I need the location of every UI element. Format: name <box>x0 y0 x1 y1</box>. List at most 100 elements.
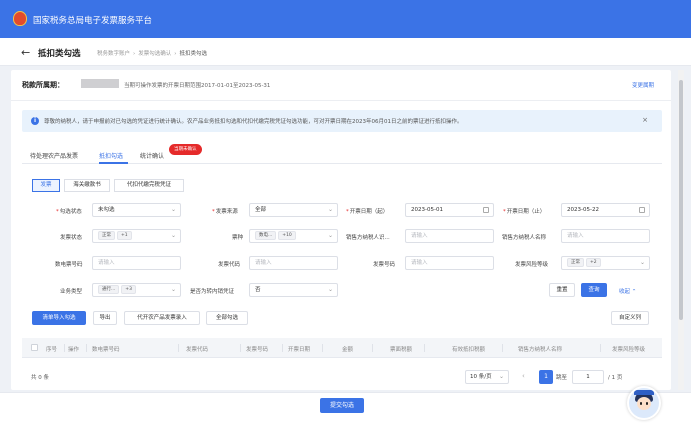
check-status-select[interactable]: 未勾选 ⌄ <box>92 203 181 217</box>
tag-more: +3 <box>121 285 136 294</box>
page-title: 抵扣类勾选 <box>38 49 81 59</box>
breadcrumb-item[interactable]: 发票勾选确认 <box>138 51 171 57</box>
pagination: 共 0 条 10 条/页 ⌄ ‹ 1 › 跳至 1 / 1 页 <box>22 370 662 384</box>
column-divider <box>322 344 323 352</box>
column-divider <box>240 344 241 352</box>
subtab-withholding[interactable]: 代扣代缴完税凭证 <box>114 179 184 192</box>
tax-period-label: 税款所属期： <box>22 81 64 89</box>
chevron-down-icon: ⌄ <box>170 232 176 239</box>
tax-period-value-masked <box>81 79 119 88</box>
column-divider <box>372 344 373 352</box>
invoice-source-label: *发票来源 <box>212 209 238 215</box>
export-button[interactable]: 导出 <box>93 311 117 325</box>
invoice-number-input[interactable]: 请输入 <box>405 256 494 270</box>
avatar-eye <box>640 402 642 405</box>
total-count: 共 0 条 <box>31 375 49 381</box>
tab-stat-confirm[interactable]: 统计确认 <box>140 151 164 160</box>
business-type-label: 业务类型 <box>60 289 83 295</box>
app-title: 国家税务总局电子发票服务平台 <box>33 16 153 26</box>
subtab-customs[interactable]: 海关缴款书 <box>64 179 110 192</box>
subtab-invoice[interactable]: 发票 <box>32 179 60 192</box>
reset-button[interactable]: 重置 <box>549 283 575 297</box>
import-check-button[interactable]: 清单导入勾选 <box>32 311 86 325</box>
assistant-avatar-icon[interactable] <box>627 386 661 420</box>
seller-tax-id-label: 销售方纳税人识... <box>346 235 390 241</box>
invoice-code-input[interactable]: 请输入 <box>249 256 338 270</box>
tax-period-hint: 当期可操作发票的开票日期范围2017-01-01至2023-05-31 <box>124 83 271 89</box>
chevron-down-icon: ⌄ <box>170 286 176 293</box>
tab-deduction-check[interactable]: 抵扣勾选 <box>99 151 123 160</box>
ticket-type-select[interactable]: 数电... +10 ⌄ <box>249 229 338 243</box>
tag-more: +2 <box>586 258 601 267</box>
risk-level-select[interactable]: 正常 +2 ⌄ <box>561 256 650 270</box>
column-divider <box>502 344 503 352</box>
check-all-button[interactable]: 全部勾选 <box>206 311 248 325</box>
transfer-out-label: 是否为转内销凭证 <box>190 289 235 295</box>
column-header: 序号 <box>46 347 58 353</box>
column-header: 有效抵扣税额 <box>452 347 486 353</box>
ticket-type-label: 票种 <box>232 235 244 241</box>
tab-pending-agri[interactable]: 待处理农产品发票 <box>30 151 78 160</box>
date-from-input[interactable]: 2023-05-01 <box>405 203 494 217</box>
invoice-status-label: 发票状态 <box>60 235 83 241</box>
query-button[interactable]: 查询 <box>581 283 607 297</box>
avatar-eye <box>646 402 648 405</box>
column-header: 发票风险等级 <box>612 347 646 353</box>
chevron-down-icon: ⌄ <box>498 373 504 380</box>
collapse-toggle[interactable]: 收起 ⌃ <box>619 287 636 295</box>
info-icon: i <box>31 117 39 125</box>
change-period-link[interactable]: 变更属期 <box>632 81 654 89</box>
check-status-label: *勾选状态 <box>56 209 82 215</box>
tag: 正常 <box>98 231 115 240</box>
goto-suffix: / 1 页 <box>608 375 623 381</box>
select-all-checkbox[interactable] <box>31 344 38 351</box>
close-icon[interactable]: × <box>642 116 648 124</box>
invoice-source-select[interactable]: 全部 ⌄ <box>249 203 338 217</box>
goto-page-input[interactable]: 1 <box>572 370 604 384</box>
tag-more: +10 <box>278 231 296 240</box>
column-header: 发票号码 <box>246 347 269 353</box>
chevron-down-icon: ⌄ <box>639 259 645 266</box>
avatar-cap <box>634 390 654 395</box>
scrollbar-thumb[interactable] <box>679 80 683 320</box>
column-header: 销售方纳税人名称 <box>518 347 563 353</box>
seller-name-input[interactable]: 请输入 <box>561 229 650 243</box>
submit-check-button[interactable]: 提交勾选 <box>320 398 364 413</box>
seller-tax-id-input[interactable]: 请输入 <box>405 229 494 243</box>
unconfirmed-badge: 当期未确认 <box>169 144 202 155</box>
date-to-input[interactable]: 2023-05-22 <box>561 203 650 217</box>
invoice-number-label: 发票号码 <box>373 262 396 268</box>
column-divider <box>178 344 179 352</box>
column-header: 开票日期 <box>288 347 311 353</box>
top-bar: 国家税务总局电子发票服务平台 <box>0 0 691 38</box>
divider <box>11 100 671 101</box>
tax-emblem-icon <box>13 11 27 26</box>
custom-columns-button[interactable]: 自定义列 <box>611 311 649 325</box>
digital-invoice-no-input[interactable]: 请输入 <box>92 256 181 270</box>
business-type-select[interactable]: 通行... +3 ⌄ <box>92 283 181 297</box>
column-divider <box>86 344 87 352</box>
calendar-icon <box>483 207 489 213</box>
page-number-current[interactable]: 1 <box>539 370 553 384</box>
column-divider <box>424 344 425 352</box>
prev-page-icon[interactable]: ‹ <box>522 372 525 380</box>
tax-period-row: 税款所属期： 当期可操作发票的开票日期范围2017-01-01至2023-05-… <box>22 79 662 94</box>
column-divider <box>282 344 283 352</box>
column-divider <box>600 344 601 352</box>
active-tab-indicator <box>99 162 128 164</box>
chevron-down-icon: ⌄ <box>170 206 176 213</box>
agri-entry-button[interactable]: 代开农产品发票录入 <box>124 311 200 325</box>
breadcrumb-item[interactable]: 税务数字账户 <box>97 51 130 57</box>
tag: 正常 <box>567 258 584 267</box>
main-tabs: 待处理农产品发票 抵扣勾选 统计确认 当期未确认 <box>22 144 662 164</box>
page-size-select[interactable]: 10 条/页 ⌄ <box>465 370 509 384</box>
tag: 数电... <box>255 231 277 240</box>
chevron-up-icon: ⌃ <box>631 289 637 295</box>
invoice-status-select[interactable]: 正常 +1 ⌄ <box>92 229 181 243</box>
risk-level-label: 发票风险等级 <box>515 262 549 268</box>
column-header: 票面税额 <box>390 347 413 353</box>
page-header: ← 抵扣类勾选 税务数字账户 › 发票勾选确认 › 抵扣类勾选 <box>0 38 691 66</box>
arrow-left-icon[interactable]: ← <box>21 46 30 59</box>
column-header: 金额 <box>342 347 354 353</box>
transfer-out-select[interactable]: 否 ⌄ <box>249 283 338 297</box>
